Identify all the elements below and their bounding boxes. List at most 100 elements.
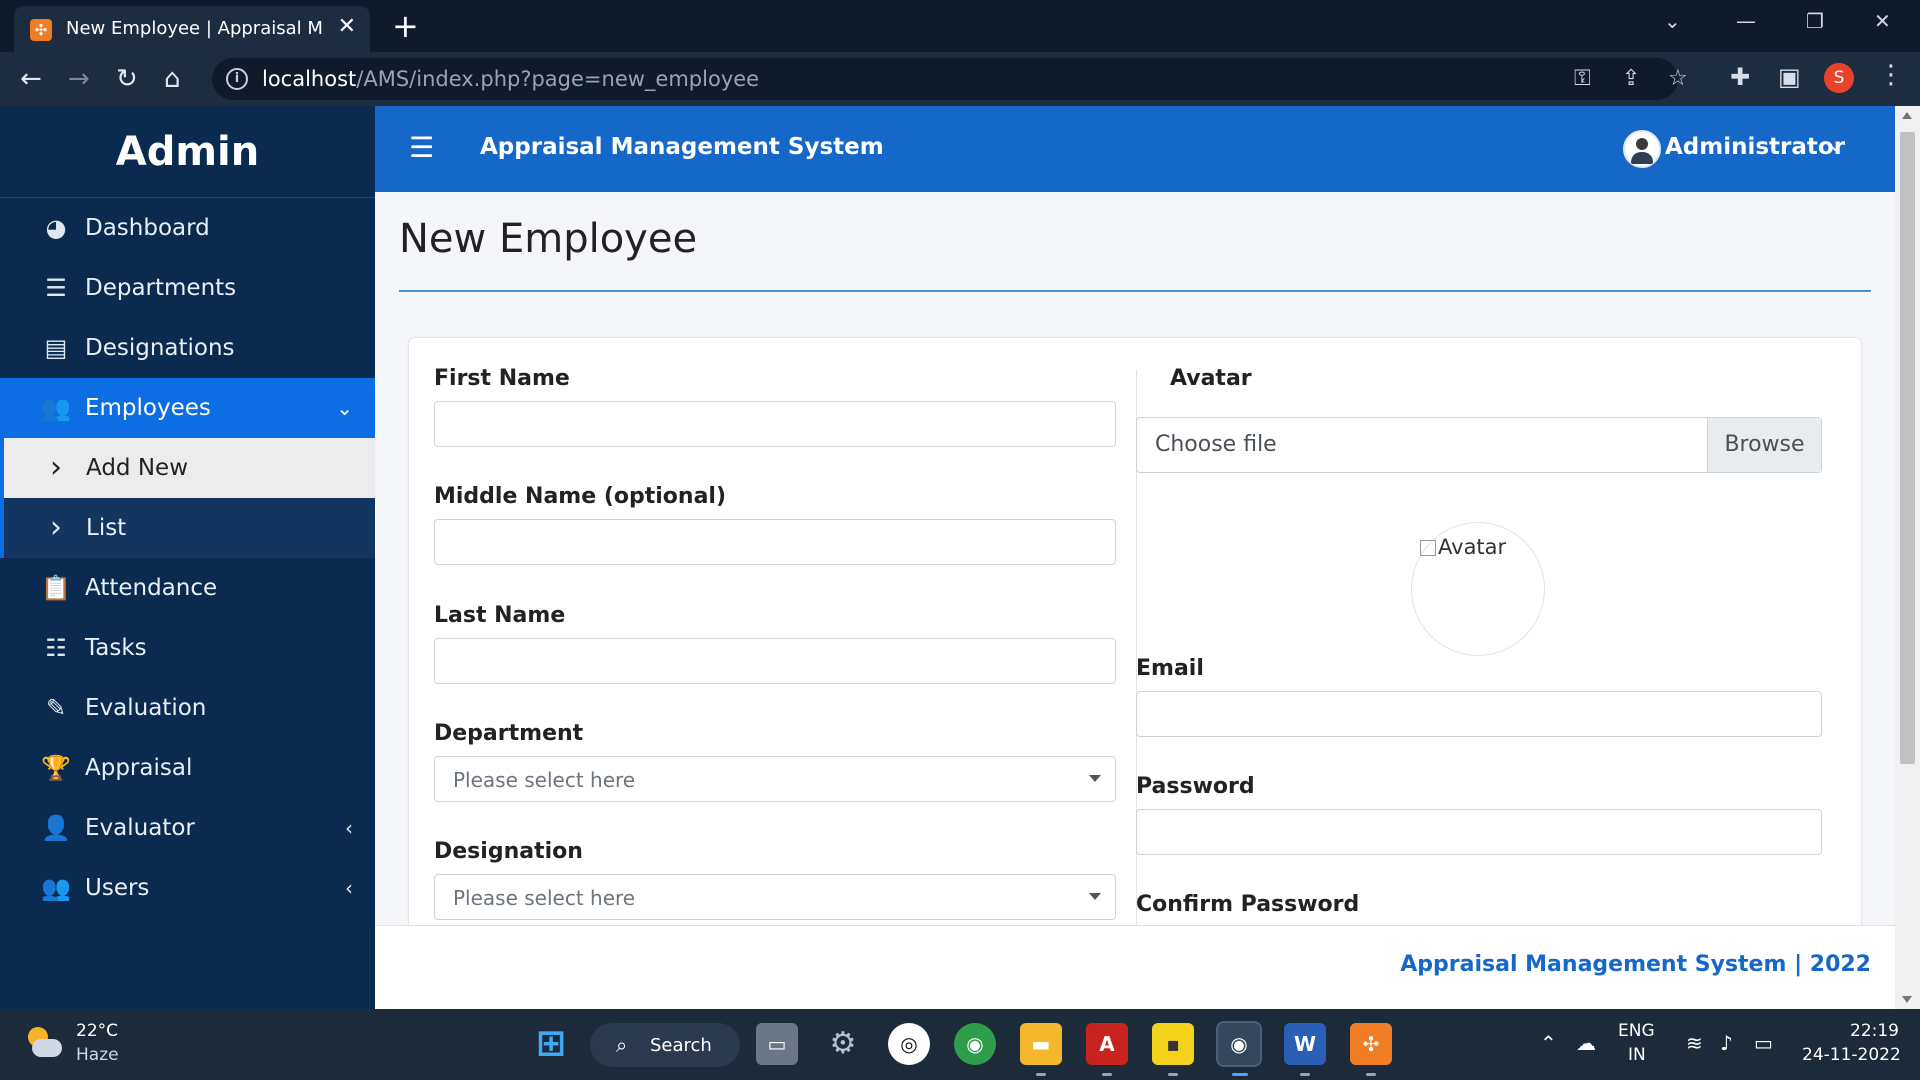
sticky-notes-icon[interactable]: ▪	[1152, 1023, 1194, 1065]
last-name-input[interactable]	[434, 638, 1116, 684]
top-navbar: ☰ Appraisal Management System Administra…	[375, 106, 1895, 192]
back-icon[interactable]: ←	[20, 62, 42, 96]
file-explorer-icon[interactable]: ▬	[1020, 1023, 1062, 1065]
home-icon[interactable]: ⌂	[164, 62, 181, 96]
chevron-left-icon: ‹	[345, 816, 353, 840]
sidebar-item-list[interactable]: › List	[0, 498, 375, 558]
scroll-up-icon[interactable]	[1902, 112, 1912, 119]
sidebar-item-departments[interactable]: ☰ Departments	[0, 258, 375, 318]
sidebar-item-evaluation[interactable]: ✎ Evaluation	[0, 678, 375, 738]
browse-button[interactable]: Browse	[1707, 418, 1821, 472]
page-title: New Employee	[399, 216, 698, 262]
chevron-down-icon[interactable]: ⌄	[1827, 132, 1844, 156]
avatar-label: Avatar	[1170, 366, 1252, 391]
sidebar-item-dashboard[interactable]: ◕ Dashboard	[0, 198, 375, 258]
chrome-active-icon[interactable]: ◉	[1216, 1021, 1262, 1067]
sidebar-brand[interactable]: Admin	[0, 106, 375, 198]
password-input[interactable]	[1136, 809, 1822, 855]
acrobat-icon[interactable]: A	[1086, 1023, 1128, 1065]
onedrive-icon[interactable]: ☁	[1576, 1031, 1596, 1055]
page-scrollbar[interactable]	[1895, 106, 1920, 1009]
first-name-label: First Name	[434, 366, 570, 391]
address-bar[interactable]: i localhost/AMS/index.php?page=new_emplo…	[212, 58, 1688, 100]
list-icon: ☰	[45, 274, 67, 302]
key-icon[interactable]: ⚿	[1574, 66, 1591, 92]
list-alt-icon: ▤	[44, 334, 68, 362]
close-window-icon[interactable]: ✕	[1874, 6, 1891, 36]
app-title: Appraisal Management System	[480, 134, 884, 160]
language-bottom[interactable]: IN	[1628, 1045, 1646, 1065]
volume-icon[interactable]: ♪	[1720, 1031, 1733, 1055]
scroll-down-icon[interactable]	[1902, 996, 1912, 1003]
footer-text[interactable]: Appraisal Management System | 2022	[1400, 952, 1871, 977]
forward-icon[interactable]: →	[68, 62, 90, 96]
browser-tab[interactable]: ✣ New Employee | Appraisal Management Sy…	[14, 6, 370, 52]
tab-search-icon[interactable]: ⌄	[1664, 6, 1681, 36]
battery-icon[interactable]: ▭	[1754, 1031, 1773, 1055]
email-input[interactable]	[1136, 691, 1822, 737]
weather-icon[interactable]	[26, 1027, 62, 1063]
clock-date[interactable]: 24-11-2022	[1802, 1045, 1901, 1065]
caret-down-icon	[1089, 775, 1101, 782]
designation-label: Designation	[434, 839, 583, 864]
extensions-icon[interactable]: ✚	[1730, 64, 1750, 90]
chevron-right-icon: ›	[50, 510, 62, 545]
running-indicator	[1102, 1073, 1112, 1076]
windows-start-icon[interactable]: ⊞	[530, 1023, 572, 1065]
taskbar-search[interactable]: ⌕ Search	[590, 1023, 740, 1067]
reload-icon[interactable]: ↻	[116, 62, 138, 96]
employee-form-card: First Name Middle Name (optional) Last N…	[409, 338, 1861, 938]
users-icon: 👥	[41, 394, 71, 422]
chevron-up-icon[interactable]: ⌃	[1540, 1031, 1557, 1055]
wifi-icon[interactable]: ≋	[1686, 1031, 1703, 1055]
close-tab-icon[interactable]: ✕	[338, 15, 356, 39]
sidebar-item-add-new[interactable]: › Add New	[0, 438, 375, 498]
more-menu-icon[interactable]: ⋮	[1878, 60, 1904, 90]
xampp-icon[interactable]: ✣	[1350, 1023, 1392, 1065]
side-panel-icon[interactable]: ▣	[1778, 64, 1801, 90]
new-tab-icon[interactable]: +	[392, 8, 419, 44]
scroll-thumb[interactable]	[1900, 132, 1915, 764]
bookmark-star-icon[interactable]: ☆	[1668, 66, 1688, 92]
middle-name-input[interactable]	[434, 519, 1116, 565]
weather-temp[interactable]: 22°C	[76, 1021, 118, 1041]
first-name-input[interactable]	[434, 401, 1116, 447]
sidebar-item-evaluator[interactable]: 👤 Evaluator ‹	[0, 798, 375, 858]
github-icon[interactable]: ◎	[888, 1023, 930, 1065]
weather-desc[interactable]: Haze	[76, 1045, 119, 1065]
user-menu-name[interactable]: Administrator	[1665, 134, 1845, 160]
sidebar-item-attendance[interactable]: 📋 Attendance	[0, 558, 375, 618]
profile-avatar[interactable]: S	[1824, 63, 1854, 93]
sidebar-item-users[interactable]: 👥 Users ‹	[0, 858, 375, 918]
share-icon[interactable]: ⇪	[1622, 66, 1640, 92]
task-view-icon[interactable]: ▭	[756, 1023, 798, 1065]
sidebar-item-designations[interactable]: ▤ Designations	[0, 318, 375, 378]
clock-time[interactable]: 22:19	[1850, 1021, 1899, 1041]
restore-icon[interactable]: ❐	[1806, 6, 1824, 36]
user-avatar[interactable]	[1623, 130, 1661, 168]
settings-gear-icon[interactable]: ⚙	[822, 1023, 864, 1065]
avatar-file-input[interactable]: Choose file Browse	[1136, 417, 1822, 473]
page-footer: Appraisal Management System | 2022	[375, 925, 1895, 1009]
sidebar-item-label: Departments	[85, 275, 237, 301]
dashboard-icon: ◕	[45, 214, 67, 242]
url-text[interactable]: localhost/AMS/index.php?page=new_employe…	[262, 67, 759, 91]
sidebar-item-label: Designations	[85, 335, 235, 361]
search-label: Search	[650, 1035, 712, 1056]
sidebar-item-employees[interactable]: 👥 Employees ⌄	[0, 378, 375, 438]
search-icon: ⌕	[616, 1033, 628, 1057]
word-icon[interactable]: W	[1284, 1023, 1326, 1065]
site-info-icon[interactable]: i	[226, 68, 248, 90]
chrome-icon[interactable]: ◉	[954, 1023, 996, 1065]
language-top[interactable]: ENG	[1618, 1021, 1655, 1041]
designation-select[interactable]: Please select here	[434, 874, 1116, 920]
department-select[interactable]: Please select here	[434, 756, 1116, 802]
sidebar-item-appraisal[interactable]: 🏆 Appraisal	[0, 738, 375, 798]
caret-down-icon	[1089, 893, 1101, 900]
sidebar-item-tasks[interactable]: ☷ Tasks	[0, 618, 375, 678]
avatar-alt-label: Avatar	[1438, 535, 1507, 559]
hamburger-menu-icon[interactable]: ☰	[409, 132, 434, 164]
confirm-password-label: Confirm Password	[1136, 892, 1360, 917]
minimize-icon[interactable]: —	[1736, 6, 1756, 36]
running-indicator	[1168, 1073, 1178, 1076]
